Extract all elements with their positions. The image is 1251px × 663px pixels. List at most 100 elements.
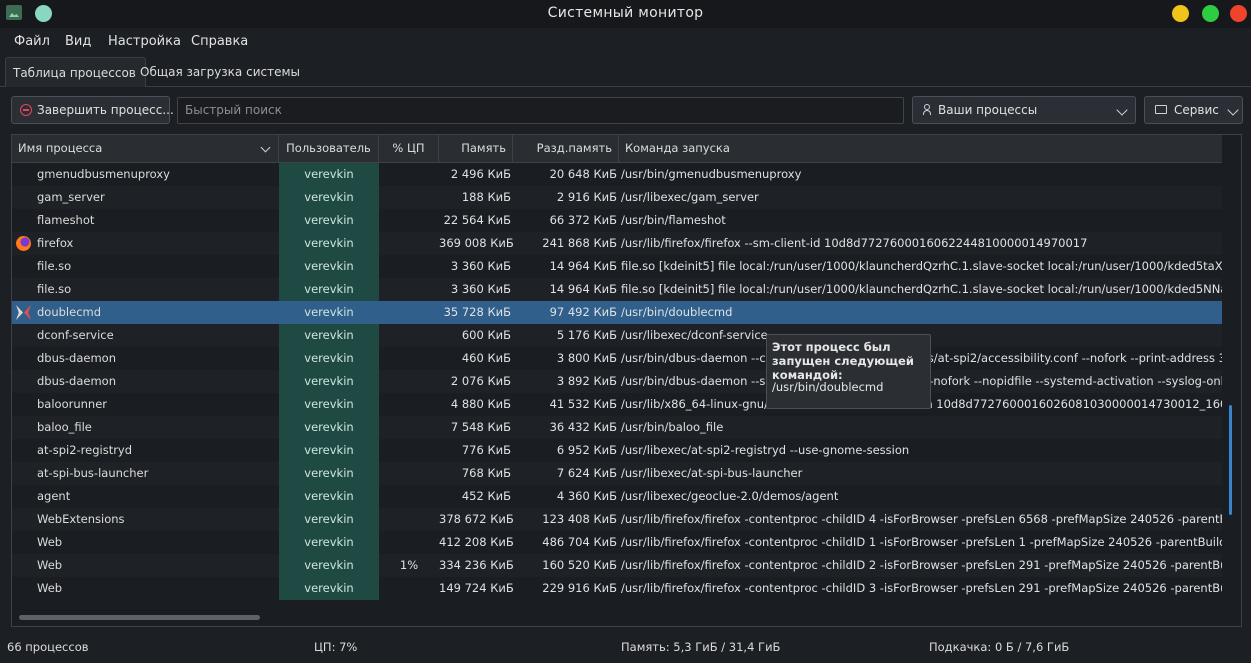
user-cell: verevkin <box>279 485 379 508</box>
process-name-cell: doublecmd <box>37 305 102 319</box>
process-name-cell: Web <box>37 581 63 595</box>
table-row[interactable]: Web verevkin 412 208 КиБ 486 704 КиБ/usr/li… <box>12 531 1222 554</box>
tab-process-table[interactable]: Таблица процессов <box>5 57 146 87</box>
column-header-name[interactable]: Имя процесса <box>12 135 279 162</box>
shared-memory-cell: 6 952 КиБ <box>556 443 617 457</box>
table-row[interactable]: file.so verevkin 3 360 КиБ 14 964 КиБ file.s… <box>12 255 1222 278</box>
command-cell: /usr/libexec/geoclue-2.0/demos/agent <box>621 489 839 503</box>
command-cell: /usr/bin/flameshot <box>621 213 726 227</box>
memory-cell: 334 236 КиБ <box>439 558 513 572</box>
tooltip-command: /usr/bin/doublecmd <box>772 380 884 394</box>
table-row[interactable]: dbus-daemon verevkin 460 КиБ 3 800 КиБ/usr/… <box>12 347 1222 370</box>
table-row[interactable]: baloorunner verevkin 4 880 КиБ 41 532 КиБ/u… <box>12 393 1222 416</box>
table-row[interactable]: Web verevkin 1% 334 236 КиБ 160 520 КиБ/usr/… <box>12 554 1222 577</box>
table-row[interactable]: WebExtensions verevkin 378 672 КиБ 123 408 … <box>12 508 1222 531</box>
process-name-cell: gam_server <box>37 190 105 204</box>
menu-help[interactable]: Справка <box>191 34 248 49</box>
command-cell: /usr/lib/firefox/firefox -contentproc -c… <box>621 558 1222 572</box>
cpu-cell <box>379 416 439 439</box>
status-bar: 66 процессов ЦП: 7% Память: 5,3 ГиБ / 31… <box>0 636 1251 656</box>
column-header-command[interactable]: Команда запуска <box>619 135 1222 162</box>
process-name-cell: flameshot <box>37 213 95 227</box>
process-name-cell: dconf-service <box>37 328 114 342</box>
process-filter-label: Ваши процессы <box>938 103 1038 117</box>
process-name-cell: gmenudbusmenuproxy <box>37 167 170 181</box>
user-cell: verevkin <box>279 416 379 439</box>
menu-file[interactable]: Файл <box>14 34 50 49</box>
service-label: Сервис <box>1174 103 1219 117</box>
table-row[interactable]: at-spi2-registryd verevkin 776 КиБ 6 952 Ки… <box>12 439 1222 462</box>
user-cell: verevkin <box>279 301 379 324</box>
user-icon <box>923 104 931 116</box>
column-header-cpu[interactable]: % ЦП <box>379 135 439 162</box>
column-header-shared-memory[interactable]: Разд.память <box>513 135 619 162</box>
table-row[interactable]: baloo_file verevkin 7 548 КиБ 36 432 КиБ/us… <box>12 416 1222 439</box>
command-cell: /usr/lib/firefox/firefox -contentproc -c… <box>621 512 1222 526</box>
cpu-cell <box>379 278 439 301</box>
table-row[interactable]: gam_server verevkin 188 КиБ 2 916 КиБ/usr/l… <box>12 186 1222 209</box>
process-filter-dropdown[interactable]: Ваши процессы <box>912 96 1136 124</box>
user-cell: verevkin <box>279 232 379 255</box>
memory-cell: 600 КиБ <box>461 328 511 342</box>
user-cell: verevkin <box>279 347 379 370</box>
column-header-memory[interactable]: Память <box>439 135 513 162</box>
table-row[interactable]: gmenudbusmenuproxy verevkin 2 496 КиБ 20 64… <box>12 163 1222 186</box>
process-name-cell: firefox <box>37 236 74 250</box>
table-row[interactable]: firefox verevkin 369 008 КиБ 241 868 КиБ/us… <box>12 232 1222 255</box>
quick-search-input[interactable]: Быстрый поиск <box>177 97 904 124</box>
process-name-cell: agent <box>37 489 71 503</box>
memory-cell: 776 КиБ <box>461 443 511 457</box>
table-row[interactable]: Web verevkin 149 724 КиБ 229 916 КиБ/usr/li… <box>12 577 1222 600</box>
table-row[interactable]: flameshot verevkin 22 564 КиБ 66 372 КиБ/us… <box>12 209 1222 232</box>
table-row[interactable]: dconf-service verevkin 600 КиБ 5 176 КиБ/us… <box>12 324 1222 347</box>
kill-icon <box>20 104 32 116</box>
memory-cell: 2 076 КиБ <box>450 374 511 388</box>
vertical-scrollbar[interactable] <box>1229 405 1232 515</box>
user-cell: verevkin <box>279 324 379 347</box>
shared-memory-cell: 160 520 КиБ <box>542 558 617 572</box>
maximize-button[interactable] <box>1202 5 1219 22</box>
tab-system-load[interactable]: Общая загрузка системы <box>133 57 307 86</box>
user-cell: verevkin <box>279 554 379 577</box>
user-cell: verevkin <box>279 209 379 232</box>
memory-cell: 2 496 КиБ <box>450 167 511 181</box>
cpu-cell <box>379 347 439 370</box>
shared-memory-cell: 2 916 КиБ <box>556 190 617 204</box>
firefox-icon <box>16 236 31 251</box>
service-menu-button[interactable]: Сервис <box>1144 96 1243 124</box>
close-button[interactable] <box>1230 5 1247 22</box>
cpu-cell <box>379 485 439 508</box>
sort-chevron-icon <box>260 142 271 153</box>
table-row[interactable]: at-spi-bus-launcher verevkin 768 КиБ 7 624 … <box>12 462 1222 485</box>
table-row[interactable]: doublecmd verevkin 35 728 КиБ 97 492 КиБ/us… <box>12 301 1222 324</box>
cpu-cell <box>379 370 439 393</box>
memory-cell: 149 724 КиБ <box>439 581 513 595</box>
cpu-cell <box>379 163 439 186</box>
process-name-cell: at-spi2-registryd <box>37 443 133 457</box>
menu-settings[interactable]: Настройка <box>108 34 181 49</box>
table-row[interactable]: agent verevkin 452 КиБ 4 360 КиБ/usr/libexe… <box>12 485 1222 508</box>
memory-cell: 3 360 КиБ <box>450 282 511 296</box>
kill-process-button[interactable]: Завершить процесс... <box>11 96 174 124</box>
process-name-cell: at-spi-bus-launcher <box>37 466 149 480</box>
command-cell: /usr/lib/firefox/firefox --sm-client-id … <box>621 236 1088 250</box>
column-header-user[interactable]: Пользователь <box>279 135 379 162</box>
table-row[interactable]: file.so verevkin 3 360 КиБ 14 964 КиБ file.s… <box>12 278 1222 301</box>
user-cell: verevkin <box>279 439 379 462</box>
cpu-cell <box>379 508 439 531</box>
user-cell: verevkin <box>279 393 379 416</box>
horizontal-scrollbar[interactable] <box>19 615 260 620</box>
user-cell: verevkin <box>279 255 379 278</box>
menu-view[interactable]: Вид <box>65 34 91 49</box>
table-row[interactable]: dbus-daemon verevkin 2 076 КиБ 3 892 КиБ/us… <box>12 370 1222 393</box>
minimize-button[interactable] <box>1172 5 1189 22</box>
shared-memory-cell: 3 800 КиБ <box>556 351 617 365</box>
shared-memory-cell: 486 704 КиБ <box>542 535 617 549</box>
memory-cell: 369 008 КиБ <box>439 236 513 250</box>
shared-memory-cell: 4 360 КиБ <box>556 489 617 503</box>
chevron-down-icon <box>1116 104 1128 116</box>
memory-cell: 452 КиБ <box>461 489 511 503</box>
process-name-cell: baloo_file <box>37 420 92 434</box>
shared-memory-cell: 14 964 КиБ <box>549 282 617 296</box>
command-cell: /usr/libexec/at-spi2-registryd --use-gno… <box>621 443 910 457</box>
